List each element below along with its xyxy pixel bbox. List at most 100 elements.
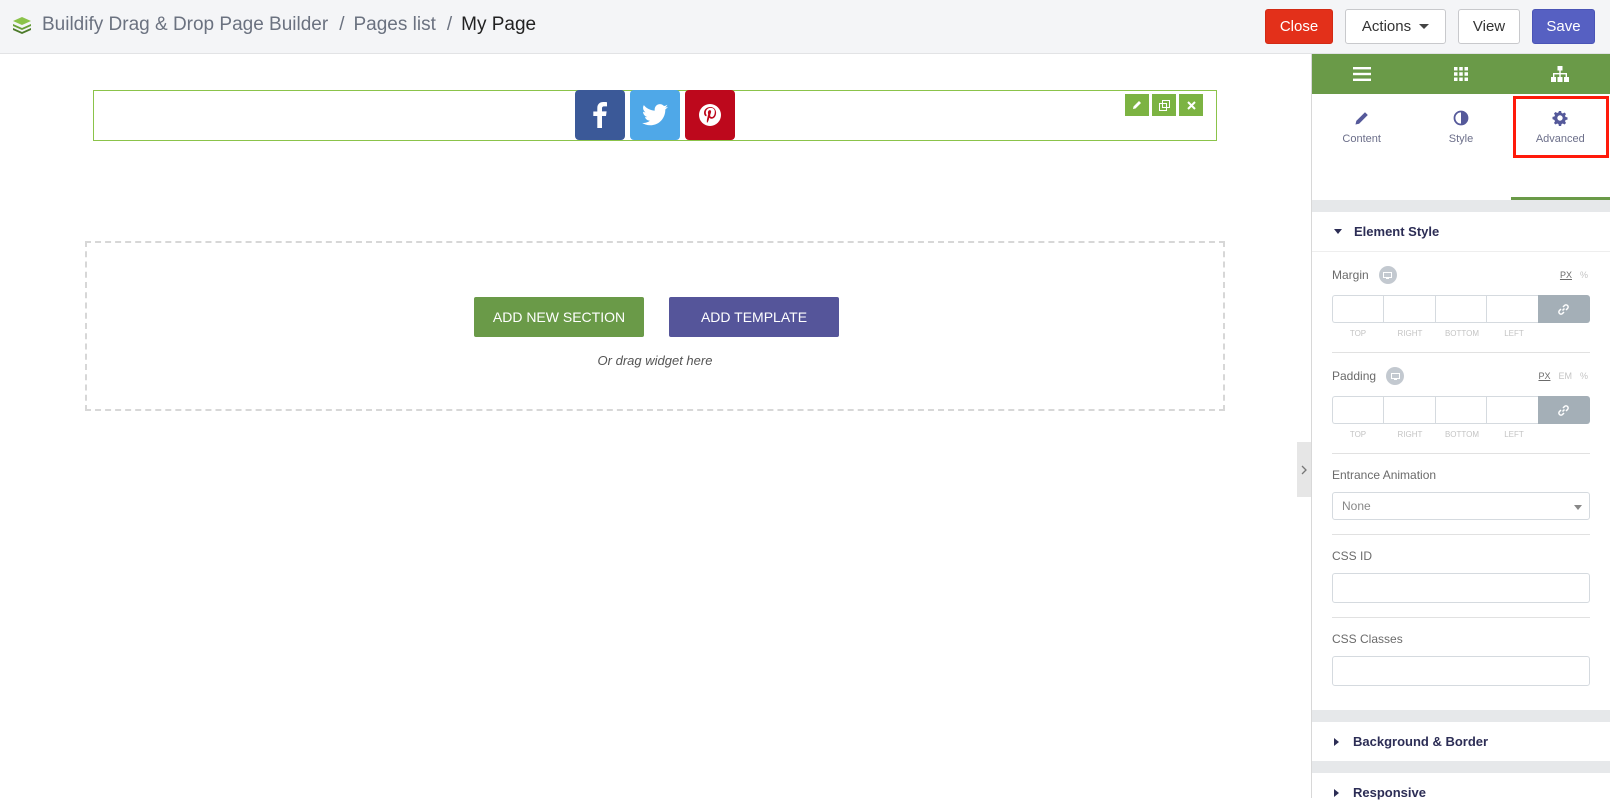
panel-menu-button[interactable]: [1312, 54, 1411, 94]
padding-units: PX EM %: [1538, 371, 1588, 381]
caret-down-icon: [1419, 24, 1430, 29]
duplicate-element-button[interactable]: [1152, 94, 1176, 116]
dim-label-top: TOP: [1349, 329, 1367, 338]
padding-bottom-input[interactable]: [1434, 396, 1487, 424]
panel-gap: [1312, 761, 1610, 773]
actions-button-label: Actions: [1361, 18, 1412, 35]
breadcrumb-current-page: My Page: [461, 14, 537, 35]
edit-element-button[interactable]: [1125, 94, 1149, 116]
remove-element-button[interactable]: [1179, 94, 1203, 116]
add-template-label: ADD TEMPLATE: [700, 309, 808, 325]
gear-icon: [1552, 111, 1568, 126]
responsive-device-icon[interactable]: [1386, 367, 1405, 385]
dim-label-left: LEFT: [1504, 430, 1524, 439]
section-background-border-header[interactable]: Background & Border: [1312, 722, 1610, 761]
tab-style-label: Style: [1448, 133, 1474, 145]
link-icon: [1558, 404, 1570, 416]
desktop-icon: [1390, 372, 1400, 380]
css-classes-input[interactable]: [1332, 656, 1590, 686]
drag-widget-hint: Or drag widget here: [597, 353, 713, 368]
padding-dim-labels: TOP RIGHT BOTTOM LEFT: [1332, 430, 1590, 439]
dim-label-right: RIGHT: [1397, 329, 1423, 338]
dim-label-left: LEFT: [1504, 329, 1524, 338]
margin-link-toggle[interactable]: [1537, 295, 1590, 323]
css-id-label: CSS ID: [1332, 549, 1373, 563]
dim-label-bottom: BOTTOM: [1444, 329, 1480, 338]
breadcrumb-app-title[interactable]: Buildify Drag & Drop Page Builder: [42, 14, 328, 36]
panel-nav: [1312, 54, 1610, 94]
css-classes-label: CSS Classes: [1332, 632, 1403, 646]
breadcrumb: Buildify Drag & Drop Page Builder / Page…: [42, 14, 536, 36]
margin-dim-labels: TOP RIGHT BOTTOM LEFT: [1332, 329, 1590, 338]
section-responsive-header[interactable]: Responsive: [1312, 773, 1610, 812]
add-new-section-button[interactable]: ADD NEW SECTION: [474, 297, 644, 337]
caret-down-icon: [1574, 505, 1582, 510]
section-element-style-body: Margin PX % TOP RIGHT BOTTOM LEFT Paddin…: [1312, 251, 1610, 710]
add-section-drop-area[interactable]: ADD NEW SECTION ADD TEMPLATE Or drag wid…: [85, 241, 1225, 411]
unit-px[interactable]: PX: [1538, 371, 1550, 381]
unit-percent[interactable]: %: [1580, 270, 1588, 280]
panel-gap: [1312, 710, 1610, 722]
panel-widgets-button[interactable]: [1411, 54, 1510, 94]
view-button[interactable]: View: [1458, 9, 1520, 44]
margin-label-row: Margin: [1332, 266, 1590, 284]
dim-label-right: RIGHT: [1397, 430, 1423, 439]
contrast-icon: [1453, 110, 1469, 126]
breadcrumb-separator: /: [446, 14, 453, 35]
dim-label-bottom: BOTTOM: [1444, 430, 1480, 439]
margin-right-input[interactable]: [1383, 295, 1435, 323]
pinterest-share-button[interactable]: [685, 90, 735, 140]
margin-bottom-input[interactable]: [1434, 295, 1487, 323]
twitter-share-button[interactable]: [630, 90, 680, 140]
twitter-icon: [642, 104, 668, 126]
css-id-input[interactable]: [1332, 573, 1590, 603]
padding-top-input[interactable]: [1332, 396, 1384, 424]
pencil-icon: [1133, 101, 1141, 109]
close-button[interactable]: Close: [1265, 9, 1333, 44]
entrance-animation-select[interactable]: None: [1332, 492, 1590, 520]
unit-em[interactable]: EM: [1558, 371, 1572, 381]
margin-top-input[interactable]: [1332, 295, 1384, 323]
duplicate-icon: [1158, 99, 1170, 111]
section-background-border-label: Background & Border: [1353, 734, 1489, 749]
margin-left-input[interactable]: [1486, 295, 1538, 323]
top-actions: Close Actions View Save: [1265, 9, 1610, 44]
tab-style[interactable]: Style: [1411, 94, 1510, 200]
element-toolbar: [1122, 94, 1203, 116]
caret-right-icon: [1334, 737, 1339, 746]
breadcrumb-separator: /: [339, 14, 345, 35]
unit-percent[interactable]: %: [1580, 371, 1588, 381]
css-id-control: CSS ID: [1332, 535, 1590, 618]
panel-collapse-toggle[interactable]: [1297, 442, 1311, 497]
section-element-style-header[interactable]: Element Style: [1312, 212, 1610, 251]
unit-px[interactable]: PX: [1560, 270, 1572, 280]
panel-tabs: Content Style Advanced: [1312, 94, 1610, 200]
padding-link-toggle[interactable]: [1537, 396, 1590, 424]
editor-panel: Content Style Advanced Element Style Mar…: [1311, 54, 1610, 812]
add-template-button[interactable]: ADD TEMPLATE: [669, 297, 839, 337]
padding-control: Padding PX EM % TOP RIGHT BOTTOM LEFT: [1332, 353, 1590, 454]
pinterest-icon: [699, 104, 721, 126]
tab-advanced-label: Advanced: [1535, 133, 1585, 145]
save-button-label: Save: [1546, 18, 1581, 35]
padding-right-input[interactable]: [1383, 396, 1435, 424]
facebook-share-button[interactable]: [575, 90, 625, 140]
padding-label: Padding: [1332, 369, 1377, 383]
actions-dropdown-button[interactable]: Actions: [1345, 9, 1446, 44]
responsive-device-icon[interactable]: [1378, 266, 1397, 284]
navigator-icon: [1551, 66, 1570, 82]
margin-units: PX %: [1560, 270, 1588, 280]
margin-control: Margin PX % TOP RIGHT BOTTOM LEFT: [1332, 252, 1590, 353]
caret-down-icon: [1334, 229, 1342, 234]
menu-icon: [1352, 67, 1371, 81]
close-icon: [1186, 100, 1196, 110]
panel-navigator-button[interactable]: [1511, 54, 1610, 94]
close-button-label: Close: [1279, 18, 1319, 35]
social-share-widget[interactable]: [93, 90, 1217, 141]
css-classes-control: CSS Classes: [1332, 618, 1590, 710]
tab-content[interactable]: Content: [1312, 94, 1411, 200]
tab-advanced[interactable]: Advanced: [1510, 94, 1610, 200]
breadcrumb-pages-list[interactable]: Pages list: [353, 14, 435, 36]
save-button[interactable]: Save: [1532, 9, 1595, 44]
padding-left-input[interactable]: [1486, 396, 1538, 424]
